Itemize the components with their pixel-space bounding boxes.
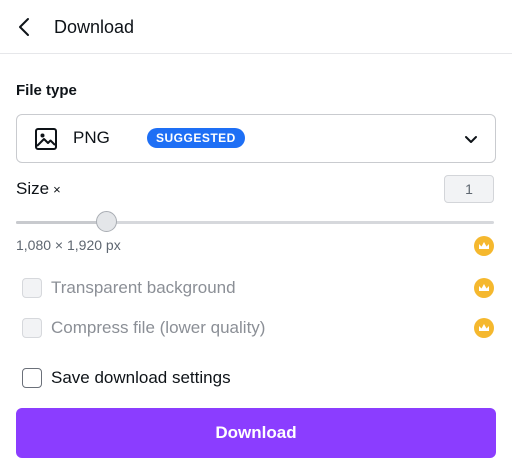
back-button[interactable]: [10, 12, 40, 42]
dimensions-text: 1,080 × 1,920 px: [16, 237, 121, 253]
size-label: Size ×: [16, 179, 61, 199]
chevron-left-icon: [19, 18, 29, 36]
crown-icon: [474, 236, 494, 256]
file-type-label: File type: [16, 82, 77, 99]
size-slider-thumb[interactable]: [96, 211, 118, 232]
transparent-background-label: Transparent background: [51, 278, 236, 297]
suggested-badge: SUGGESTED: [147, 128, 245, 148]
size-multiplier-input[interactable]: [444, 175, 494, 203]
crown-icon: [474, 318, 494, 338]
chevron-down-icon: [465, 136, 477, 143]
crown-icon: [474, 278, 494, 298]
size-slider-fill: [16, 221, 107, 224]
save-download-settings-label: Save download settings: [51, 368, 231, 387]
file-type-select[interactable]: PNG SUGGESTED: [16, 114, 496, 163]
save-download-settings-checkbox[interactable]: [22, 368, 42, 388]
panel-header: Download: [0, 0, 512, 54]
panel-title: Download: [54, 17, 135, 37]
transparent-background-checkbox[interactable]: [22, 278, 42, 298]
file-type-value: PNG: [73, 128, 110, 147]
size-slider-track[interactable]: [16, 221, 494, 224]
image-icon: [35, 128, 57, 150]
size-multiplier-symbol: ×: [53, 182, 61, 197]
size-label-text: Size: [16, 179, 50, 198]
compress-file-checkbox[interactable]: [22, 318, 42, 338]
compress-file-label: Compress file (lower quality): [51, 318, 266, 337]
download-button[interactable]: Download: [16, 408, 496, 458]
